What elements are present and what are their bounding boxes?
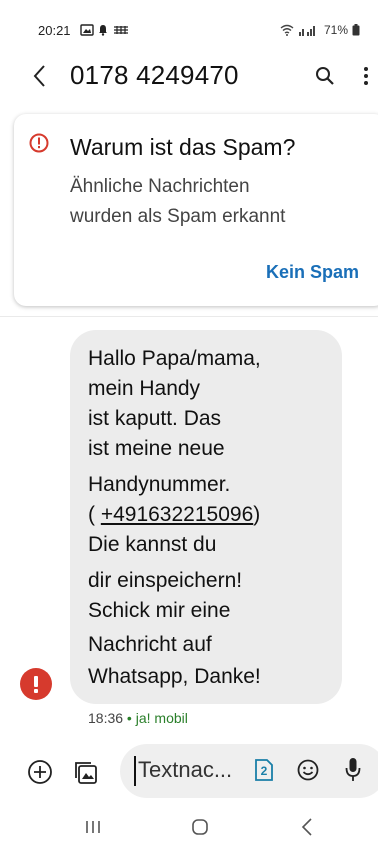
text-caret [134, 756, 136, 786]
message-line: Whatsapp, Danke! [88, 665, 261, 688]
message-sender: ja! mobil [135, 710, 188, 726]
more-vertical-icon[interactable] [360, 64, 372, 88]
not-spam-button[interactable]: Kein Spam [266, 262, 359, 283]
home-icon[interactable] [190, 818, 210, 836]
exclamation-icon [34, 676, 38, 693]
message-line: ist meine neue [88, 437, 225, 460]
spam-card-subtitle-line: Ähnliche Nachrichten [70, 176, 250, 197]
message-line: Die kannst du [88, 533, 217, 556]
battery-icon [352, 24, 360, 36]
emoji-icon[interactable] [296, 758, 320, 782]
spam-card-subtitle: Ähnliche Nachrichten wurden als Spam erk… [70, 172, 360, 232]
cellular-signal-icon [298, 26, 315, 36]
alert-circle-icon [29, 133, 49, 153]
sim-card-icon[interactable]: 2 [254, 758, 274, 782]
notification-bell-icon [99, 25, 107, 36]
phone-number-link[interactable]: +491632215096 [101, 503, 253, 526]
status-right: 71% [280, 23, 360, 37]
status-time: 20:21 [38, 23, 71, 38]
message-line: Schick mir eine [88, 599, 231, 622]
wifi-icon [280, 24, 294, 36]
message-time: 18:36 [88, 710, 124, 726]
message-input-placeholder[interactable]: Textnac... [138, 757, 232, 783]
image-icon [80, 24, 94, 36]
message-line: mein Handy [88, 377, 201, 400]
spam-warning-avatar[interactable] [20, 668, 52, 700]
message-line: Hallo Papa/mama, [88, 347, 261, 370]
search-icon[interactable] [314, 65, 336, 87]
sim-number: 2 [261, 764, 268, 778]
message-line: ist kaputt. Das [88, 407, 222, 430]
meta-separator: • [123, 710, 136, 726]
signal-bars-icon [114, 26, 128, 34]
add-circle-icon[interactable] [26, 758, 54, 786]
gallery-icon[interactable] [72, 758, 100, 786]
recents-icon[interactable] [84, 818, 102, 836]
spam-card-subtitle-line: wurden als Spam erkannt [70, 206, 286, 227]
chevron-left-icon[interactable] [28, 62, 52, 90]
battery-percent: 71% [323, 23, 348, 37]
spam-card-title: Warum ist das Spam? [70, 134, 296, 160]
divider [0, 316, 378, 317]
message-line-phone: ( +491632215096) [88, 503, 261, 526]
contact-title: 0178 4249470 [70, 60, 239, 90]
message-line: Handynummer. [88, 473, 231, 496]
message-line: Nachricht auf [88, 633, 212, 656]
mic-icon[interactable] [344, 756, 362, 784]
message-line: dir einspeichern! [88, 569, 243, 592]
message-meta: 18:36 • ja! mobil [88, 710, 188, 726]
nav-back-icon[interactable] [300, 816, 314, 838]
